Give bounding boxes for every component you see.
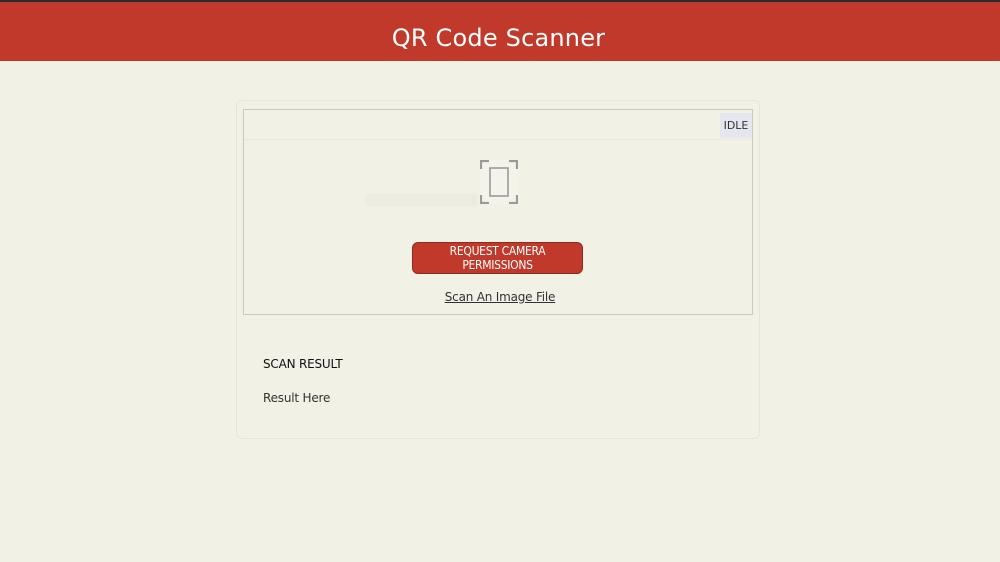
scan-image-file-link[interactable]: Scan An Image File [0,290,1000,304]
status-badge: IDLE [720,113,752,138]
qr-scan-frame-icon [480,160,518,204]
page-title: QR Code Scanner [391,23,606,52]
scanner-header-bar: IDLE [244,110,752,140]
scanner-region: IDLE [243,109,753,315]
request-camera-permissions-button[interactable]: REQUEST CAMERA PERMISSIONS [412,242,583,274]
app-header: QR Code Scanner [0,2,1000,61]
placeholder-strip [366,194,478,206]
scan-result-text: Result Here [263,391,331,405]
scan-result-heading: SCAN RESULT [263,357,343,371]
